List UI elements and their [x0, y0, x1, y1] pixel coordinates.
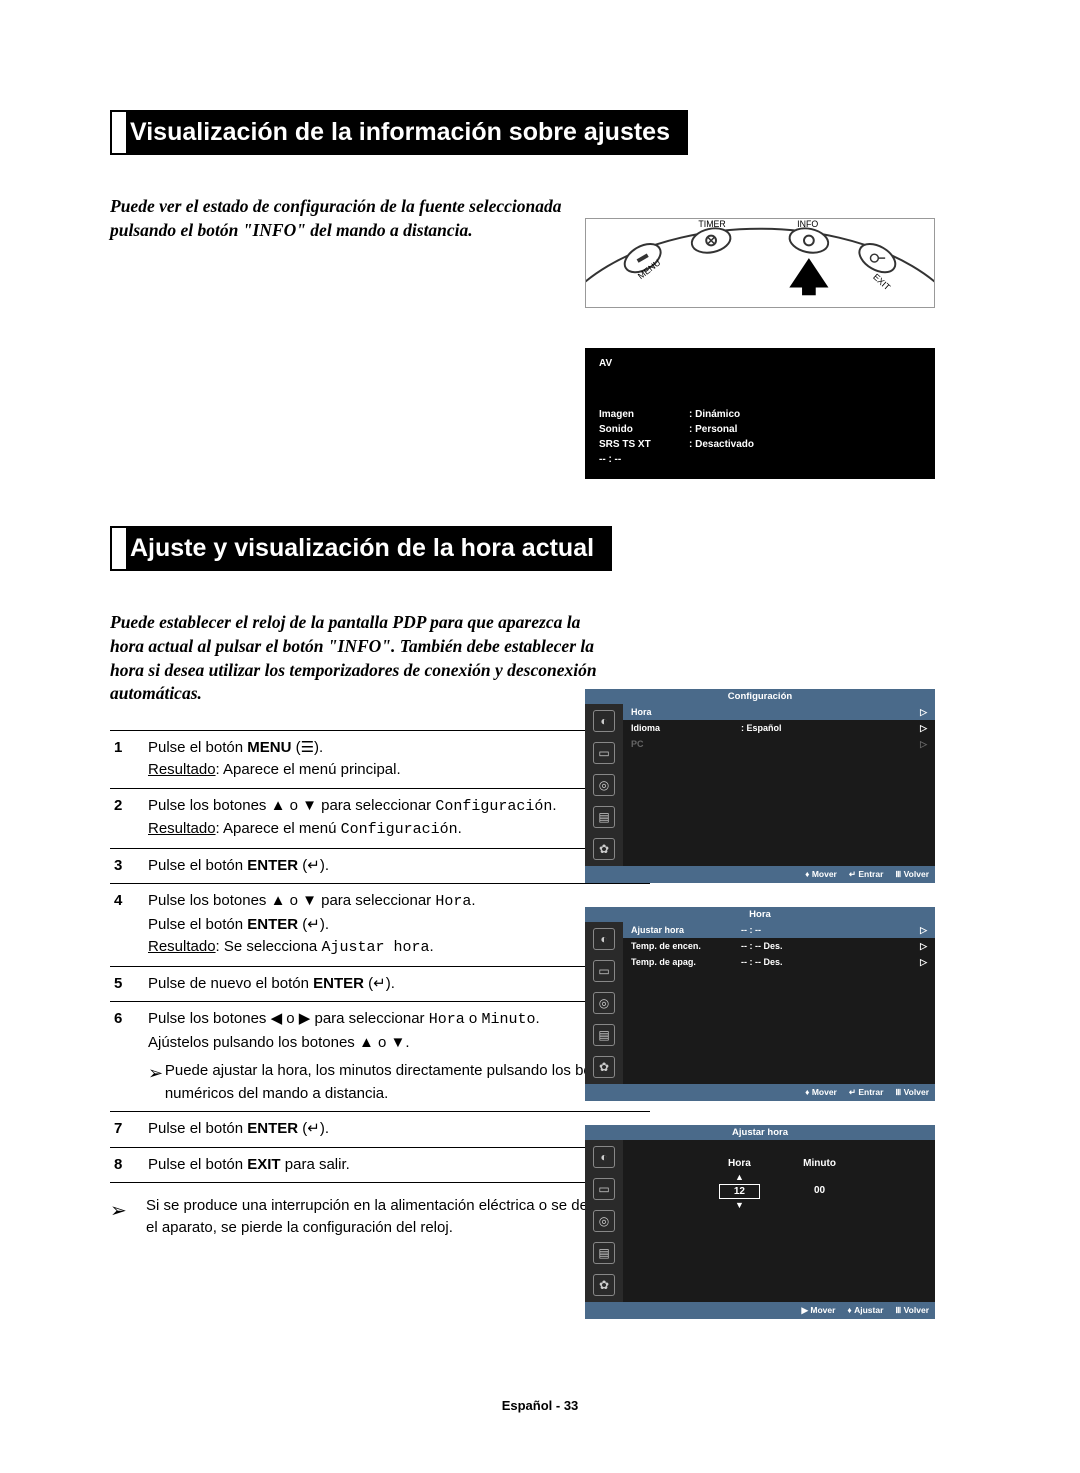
footer-enter: ↵ Entrar — [849, 869, 884, 880]
step-6: 6 Pulse los botones ◀ o ▶ para seleccion… — [110, 1002, 650, 1112]
menu-item-temp-encen: Temp. de encen. -- : -- Des. ▷ — [623, 938, 935, 954]
osd-menu-ajustar-hora: Ajustar hora ◐ ▭ ◎ ▤ ✿ Hora ▲ 12 ▼ — [585, 1125, 935, 1319]
steps-list: 1 Pulse el botón MENU (☰). Resultado: Ap… — [110, 730, 650, 1184]
menu-icon-picture: ◐ — [593, 710, 615, 732]
clock-hora-value: 12 — [719, 1184, 760, 1199]
menu-icon-sound: ▭ — [593, 742, 615, 764]
osd-source: AV — [599, 358, 921, 369]
section-2-intro: Puede establecer el reloj de la pantalla… — [110, 611, 610, 706]
menu-icon-setup: ✿ — [593, 838, 615, 860]
clock-hora-label: Hora — [719, 1158, 760, 1169]
osd-menu-hora: Hora ◐ ▭ ◎ ▤ ✿ Ajustar hora -- : -- ▷ — [585, 907, 935, 1101]
menu-icon-time: ◎ — [593, 1210, 615, 1232]
footnote: ➢ Si se produce una interrupción en la a… — [110, 1195, 650, 1239]
menu-icon-setup: ✿ — [593, 1056, 615, 1078]
note-arrow-glyph: ➢ — [148, 1060, 165, 1105]
menu-hora-title: Hora — [585, 907, 935, 922]
footer-back: Ⅲ Volver — [895, 1305, 929, 1316]
section-1-title-text: Visualización de la información sobre aj… — [112, 112, 686, 153]
step-7: 7 Pulse el botón ENTER (↵). — [110, 1112, 650, 1148]
footnote-arrow-glyph: ➢ — [110, 1195, 146, 1239]
menu-icon-time: ◎ — [593, 774, 615, 796]
remote-diagram: MENU TIMER INFO EXIT — [585, 218, 935, 308]
osd-menu-configuracion: Configuración ◐ ▭ ◎ ▤ ✿ Hora ▷ Idi — [585, 689, 935, 883]
section-1-intro: Puede ver el estado de configuración de … — [110, 195, 610, 242]
footer-move: ♦ Mover — [805, 1087, 837, 1098]
menu-item-ajustar-hora: Ajustar hora -- : -- ▷ — [623, 922, 935, 938]
section-2-title: Ajuste y visualización de la hora actual — [110, 526, 612, 571]
step-3: 3 Pulse el botón ENTER (↵). — [110, 849, 650, 885]
step-4: 4 Pulse los botones ▲ o ▼ para seleccion… — [110, 884, 650, 967]
menu-item-temp-apag: Temp. de apag. -- : -- Des. ▷ — [623, 954, 935, 970]
footer-move: ♦ Mover — [805, 869, 837, 880]
menu-icon-lang: ▤ — [593, 1024, 615, 1046]
menu-icon-picture: ◐ — [593, 928, 615, 950]
menu-icon-picture: ◐ — [593, 1146, 615, 1168]
timer-label: TIMER — [698, 219, 725, 229]
section-1-title: Visualización de la información sobre aj… — [110, 110, 688, 155]
footer-back: Ⅲ Volver — [895, 869, 929, 880]
section-2-title-text: Ajuste y visualización de la hora actual — [112, 528, 610, 569]
footnote-text: Si se produce una interrupción en la ali… — [146, 1195, 650, 1239]
step-1: 1 Pulse el botón MENU (☰). Resultado: Ap… — [110, 731, 650, 789]
menu-icon-setup: ✿ — [593, 1274, 615, 1296]
menu-icon-time: ◎ — [593, 992, 615, 1014]
step-2: 2 Pulse los botones ▲ o ▼ para seleccion… — [110, 789, 650, 849]
footer-back: Ⅲ Volver — [895, 1087, 929, 1098]
menu-item-hora: Hora ▷ — [623, 704, 935, 720]
osd-info-screen: AV Imagen: Dinámico Sonido: Personal SRS… — [585, 348, 935, 479]
footer-move: ▶ Mover — [801, 1305, 835, 1316]
up-arrow-icon: ▲ — [719, 1173, 760, 1182]
menu-icon-lang: ▤ — [593, 1242, 615, 1264]
step-8: 8 Pulse el botón EXIT para salir. — [110, 1148, 650, 1184]
footer-adjust: ♦ Ajustar — [847, 1305, 883, 1316]
menu-adjust-title: Ajustar hora — [585, 1125, 935, 1140]
menu-icon-lang: ▤ — [593, 806, 615, 828]
menu-item-pc: PC ▷ — [623, 736, 935, 752]
down-arrow-icon: ▼ — [719, 1201, 760, 1210]
menu-icon-sound: ▭ — [593, 960, 615, 982]
info-label: INFO — [797, 219, 818, 229]
menu-config-title: Configuración — [585, 689, 935, 704]
step-6-note: Puede ajustar la hora, los minutos direc… — [165, 1060, 650, 1105]
page-footer: Español - 33 — [502, 1398, 579, 1413]
clock-minuto-label: Minuto — [800, 1158, 839, 1169]
menu-icon-sound: ▭ — [593, 1178, 615, 1200]
step-5: 5 Pulse de nuevo el botón ENTER (↵). — [110, 967, 650, 1003]
menu-item-idioma: Idioma : Español ▷ — [623, 720, 935, 736]
clock-minuto-value: 00 — [800, 1184, 839, 1197]
footer-enter: ↵ Entrar — [849, 1087, 884, 1098]
